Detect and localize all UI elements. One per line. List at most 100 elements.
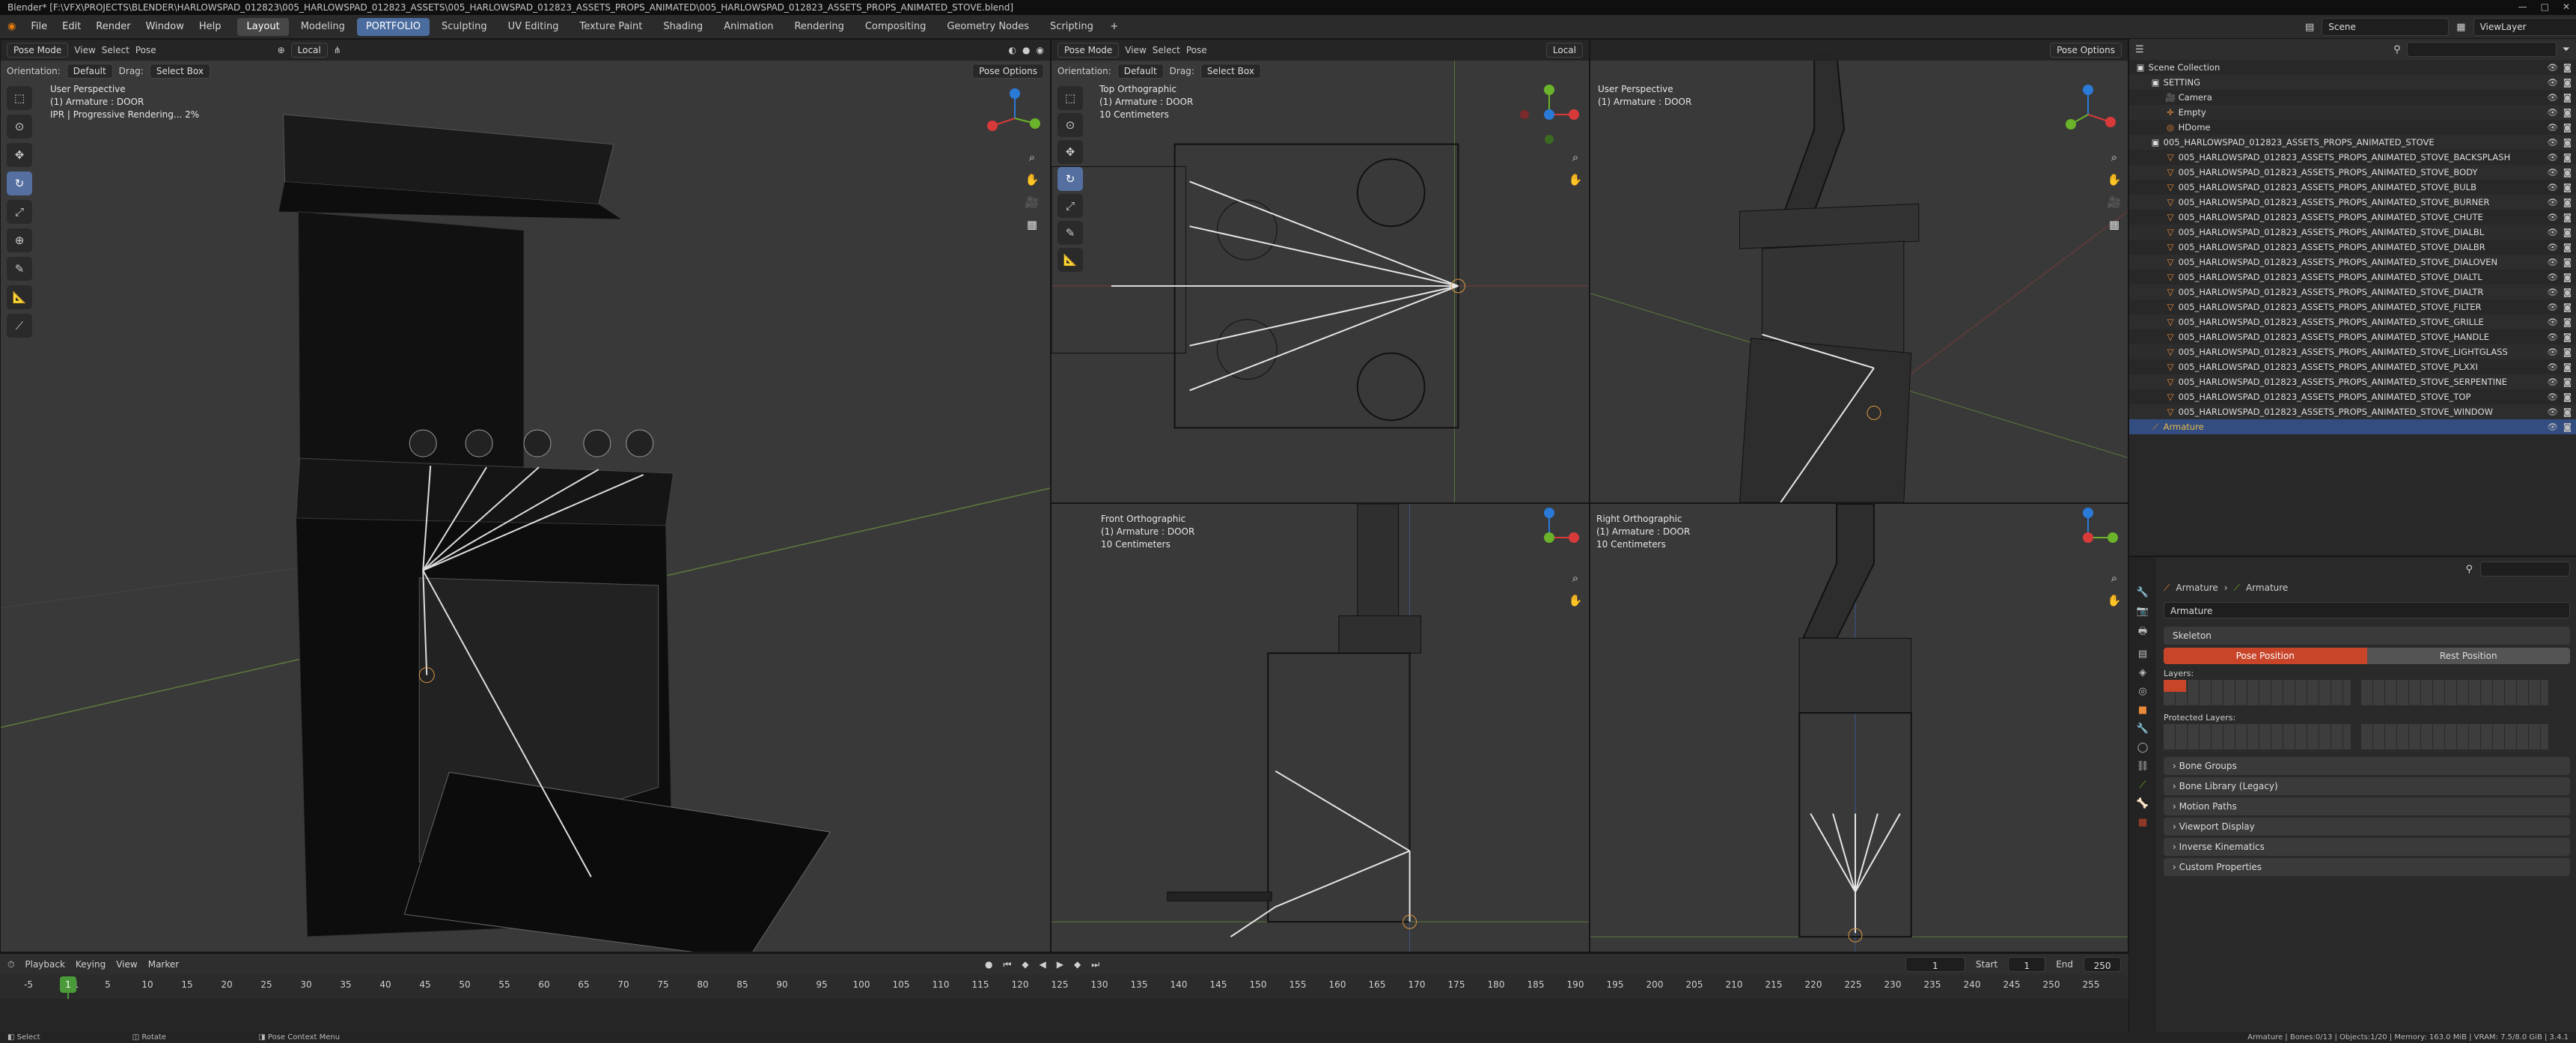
outliner-row[interactable]: ▽ 005_HARLOWSPAD_012823_ASSETS_PROPS_ANI… xyxy=(2129,195,2576,210)
pivot-selector[interactable]: Local xyxy=(1545,43,1583,58)
outliner-row[interactable]: ◎ HDome 👁 ◙ xyxy=(2129,120,2576,135)
pose-tool-icon[interactable]: ⟋ xyxy=(7,314,32,338)
pan-hand-icon[interactable]: ✋ xyxy=(1568,594,1583,607)
playhead[interactable]: 1 xyxy=(60,976,76,993)
visibility-eye-icon[interactable]: 👁 xyxy=(2547,90,2558,105)
pivot-selector[interactable]: Local xyxy=(290,43,328,58)
navigation-gizmo[interactable] xyxy=(981,85,1049,152)
tab-modeling[interactable]: Modeling xyxy=(292,18,354,36)
render-camera-icon[interactable]: ◙ xyxy=(2563,374,2572,389)
orientation-selector[interactable]: Default xyxy=(66,64,113,79)
camera-view-icon[interactable]: 🎥 xyxy=(2107,195,2122,209)
blender-logo-icon[interactable]: ◉ xyxy=(0,15,23,39)
tab-scripting[interactable]: Scripting xyxy=(1041,18,1102,36)
visibility-eye-icon[interactable]: 👁 xyxy=(2547,135,2558,150)
tab-sculpting[interactable]: Sculpting xyxy=(433,18,496,36)
search-icon[interactable]: ⚲ xyxy=(2465,564,2473,575)
visibility-eye-icon[interactable]: 👁 xyxy=(2547,374,2558,389)
tab-shading[interactable]: Shading xyxy=(654,18,712,36)
menu-window[interactable]: Window xyxy=(138,15,192,39)
outliner-row[interactable]: ▽ 005_HARLOWSPAD_012823_ASSETS_PROPS_ANI… xyxy=(2129,359,2576,374)
shading-rendered-icon[interactable]: ◉ xyxy=(1037,45,1044,55)
visibility-eye-icon[interactable]: 👁 xyxy=(2547,344,2558,359)
armature-name-field[interactable]: Armature xyxy=(2164,602,2570,618)
render-camera-icon[interactable]: ◙ xyxy=(2563,285,2572,299)
close-icon[interactable]: ✕ xyxy=(2563,1,2570,12)
collapsed-panel-header[interactable]: › Bone Library (Legacy) xyxy=(2164,777,2570,795)
menu-render[interactable]: Render xyxy=(88,15,138,39)
pan-hand-icon[interactable]: ✋ xyxy=(2107,594,2122,607)
menu-view[interactable]: View xyxy=(74,45,95,55)
protected-layer-grid[interactable] xyxy=(2164,724,2570,749)
collapsed-panel-header[interactable]: › Custom Properties xyxy=(2164,858,2570,876)
cursor-tool-icon[interactable]: ⊙ xyxy=(1057,113,1083,137)
navigation-gizmo[interactable] xyxy=(1516,81,1583,148)
render-camera-icon[interactable]: ◙ xyxy=(2563,60,2572,75)
outliner-row[interactable]: ▣ Scene Collection 👁 ◙ xyxy=(2129,60,2576,75)
pan-hand-icon[interactable]: ✋ xyxy=(2107,173,2122,186)
outliner-row[interactable]: ▽ 005_HARLOWSPAD_012823_ASSETS_PROPS_ANI… xyxy=(2129,285,2576,299)
overlay-icon[interactable]: ◐ xyxy=(1009,45,1016,55)
select-box-tool-icon[interactable]: ⬚ xyxy=(1057,86,1083,110)
tab-rendering[interactable]: Rendering xyxy=(785,18,852,36)
outliner-row[interactable]: ✛ Empty 👁 ◙ xyxy=(2129,105,2576,120)
outliner-row[interactable]: ▣ SETTING 👁 ◙ xyxy=(2129,75,2576,90)
outliner-row[interactable]: ▽ 005_HARLOWSPAD_012823_ASSETS_PROPS_ANI… xyxy=(2129,344,2576,359)
filter-icon[interactable]: ⚲ xyxy=(2393,44,2401,55)
menu-help[interactable]: Help xyxy=(192,15,229,39)
outliner-row[interactable]: ▽ 005_HARLOWSPAD_012823_ASSETS_PROPS_ANI… xyxy=(2129,225,2576,240)
tab-compositing[interactable]: Compositing xyxy=(856,18,936,36)
layer-grid[interactable] xyxy=(2164,680,2570,705)
annotate-tool-icon[interactable]: ✎ xyxy=(1057,221,1083,245)
visibility-eye-icon[interactable]: 👁 xyxy=(2547,105,2558,120)
render-camera-icon[interactable]: ◙ xyxy=(2563,225,2572,240)
tab-layout[interactable]: Layout xyxy=(237,17,289,36)
menu-pose[interactable]: Pose xyxy=(1186,45,1207,55)
render-camera-icon[interactable]: ◙ xyxy=(2563,329,2572,344)
render-camera-icon[interactable]: ◙ xyxy=(2563,344,2572,359)
measure-tool-icon[interactable]: 📐 xyxy=(1057,248,1083,272)
visibility-eye-icon[interactable]: 👁 xyxy=(2547,419,2558,434)
snap-icon[interactable]: ⋔ xyxy=(334,45,341,55)
render-camera-icon[interactable]: ◙ xyxy=(2563,404,2572,419)
outliner-row[interactable]: ▽ 005_HARLOWSPAD_012823_ASSETS_PROPS_ANI… xyxy=(2129,270,2576,285)
tab-geometry-nodes[interactable]: Geometry Nodes xyxy=(938,18,1038,36)
transform-tool-icon[interactable]: ⊕ xyxy=(7,228,32,252)
viewport-front[interactable]: Front Orthographic (1) Armature : DOOR 1… xyxy=(1051,503,1590,952)
funnel-icon[interactable]: ⏷ xyxy=(2563,44,2570,55)
render-camera-icon[interactable]: ◙ xyxy=(2563,240,2572,255)
zoom-icon[interactable]: ⌕ xyxy=(1568,150,1583,164)
visibility-eye-icon[interactable]: 👁 xyxy=(2547,329,2558,344)
outliner-row[interactable]: ▽ 005_HARLOWSPAD_012823_ASSETS_PROPS_ANI… xyxy=(2129,240,2576,255)
visibility-eye-icon[interactable]: 👁 xyxy=(2547,404,2558,419)
render-camera-icon[interactable]: ◙ xyxy=(2563,105,2572,120)
rotate-tool-icon[interactable]: ↻ xyxy=(1057,167,1083,191)
pan-hand-icon[interactable]: ✋ xyxy=(1568,173,1583,186)
visibility-eye-icon[interactable]: 👁 xyxy=(2547,120,2558,135)
render-camera-icon[interactable]: ◙ xyxy=(2563,314,2572,329)
visibility-eye-icon[interactable]: 👁 xyxy=(2547,285,2558,299)
render-camera-icon[interactable]: ◙ xyxy=(2563,299,2572,314)
scene-selector[interactable]: Scene xyxy=(2322,18,2450,36)
menu-edit[interactable]: Edit xyxy=(55,15,88,39)
select-box-tool-icon[interactable]: ⬚ xyxy=(7,86,32,110)
zoom-icon[interactable]: ⌕ xyxy=(2107,150,2122,164)
outliner-row[interactable]: 🎥 Camera 👁 ◙ xyxy=(2129,90,2576,105)
outliner-row[interactable]: ▽ 005_HARLOWSPAD_012823_ASSETS_PROPS_ANI… xyxy=(2129,210,2576,225)
render-tab-icon[interactable]: 📷 xyxy=(2137,606,2149,617)
viewport-main[interactable]: Pose Mode View Select Pose ⊕ Local ⋔ ◐ ●… xyxy=(0,39,1051,952)
outliner-row[interactable]: ▽ 005_HARLOWSPAD_012823_ASSETS_PROPS_ANI… xyxy=(2129,329,2576,344)
tool-tab-icon[interactable]: 🔧 xyxy=(2137,587,2149,598)
visibility-eye-icon[interactable]: 👁 xyxy=(2547,60,2558,75)
minimize-icon[interactable]: — xyxy=(2518,1,2527,12)
properties-search-input[interactable] xyxy=(2480,562,2570,577)
outliner-row[interactable]: ▣ 005_HARLOWSPAD_012823_ASSETS_PROPS_ANI… xyxy=(2129,135,2576,150)
view-layer-selector[interactable]: ViewLayer xyxy=(2473,18,2576,36)
visibility-eye-icon[interactable]: 👁 xyxy=(2547,165,2558,180)
menu-select[interactable]: Select xyxy=(102,45,129,55)
keyframe-area[interactable] xyxy=(0,999,2128,1032)
visibility-eye-icon[interactable]: 👁 xyxy=(2547,150,2558,165)
pan-hand-icon[interactable]: ✋ xyxy=(1025,173,1040,186)
collapsed-panel-header[interactable]: › Bone Groups xyxy=(2164,757,2570,775)
tab-animation[interactable]: Animation xyxy=(715,18,782,36)
